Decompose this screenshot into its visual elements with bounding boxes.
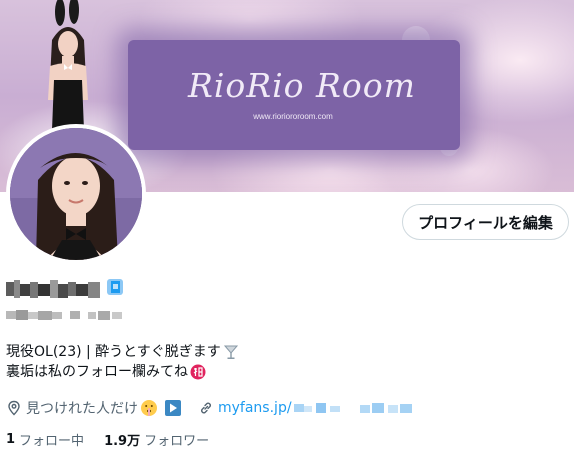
avatar[interactable]: [6, 124, 146, 264]
shushing-face-icon: [141, 400, 157, 416]
following-link[interactable]: 1 フォロー中: [6, 430, 84, 449]
following-count: 1: [6, 431, 16, 447]
edit-profile-button[interactable]: プロフィールを編集: [402, 204, 569, 240]
banner-url: www.rioriororoom.com: [253, 112, 333, 121]
avatar-photo: [10, 128, 142, 260]
profile-link[interactable]: myfans.jp/: [198, 400, 418, 416]
followers-label: フォロワー: [144, 433, 210, 449]
banner-figure: [48, 0, 88, 130]
link-redacted: [293, 401, 418, 415]
username-handle: [6, 308, 122, 322]
bio-text: 現役OL(23) | 酔うとすぐ脱ぎます: [6, 344, 221, 360]
banner-title: RioRio Room: [188, 66, 416, 105]
link-text[interactable]: myfans.jp/: [218, 400, 292, 416]
link-icon: [201, 402, 211, 414]
location: 見つけれた人だけ: [6, 398, 186, 418]
followers-count: 1.9万: [104, 433, 141, 449]
secret-ideograph-icon: [190, 364, 206, 380]
play-button-icon: [165, 400, 181, 416]
bio-text: 裏垢は私のフォロー欄みてね: [6, 364, 188, 380]
display-name: [6, 278, 102, 300]
bio-line: 裏垢は私のフォロー欄みてね: [6, 362, 239, 382]
profile-meta: 見つけれた人だけ myfans.jp/: [6, 398, 430, 418]
following-label: フォロー中: [19, 433, 85, 449]
profile-bio: 現役OL(23) | 酔うとすぐ脱ぎます 裏垢は私のフォロー欄みてね: [6, 342, 239, 382]
bio-line: 現役OL(23) | 酔うとすぐ脱ぎます: [6, 342, 239, 362]
cocktail-glass-icon: [223, 345, 238, 359]
location-pin-icon: [8, 400, 20, 416]
followers-link[interactable]: 1.9万 フォロワー: [104, 430, 209, 449]
follow-stats: 1 フォロー中 1.9万 フォロワー: [6, 429, 229, 449]
verified-badge-icon[interactable]: [106, 278, 124, 296]
location-text: 見つけれた人だけ: [26, 401, 138, 417]
